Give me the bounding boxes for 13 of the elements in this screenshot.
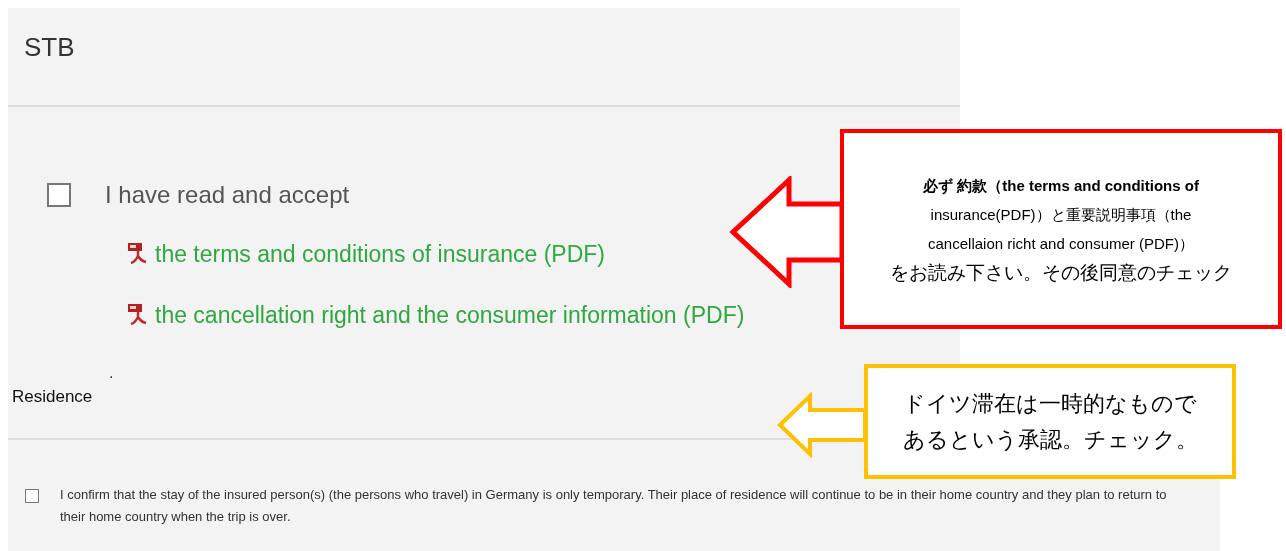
section-title: Residence	[12, 387, 93, 406]
section-title: STB	[24, 32, 75, 62]
consent-label: I have read and accept	[105, 180, 350, 210]
confirm-text: I confirm that the stay of the insured person(s) (the persons who travel) in Germany is only temporary. Their place of residence will continue to be in their home country and they plan to return to their home country when the trip is over.	[60, 486, 1168, 526]
checkbox[interactable]	[25, 489, 39, 503]
callout-text: ドイツ滞在は一時的なもので あるという承認。チェック。	[902, 389, 1198, 454]
checkbox[interactable]	[47, 183, 71, 207]
stray-dot: .	[109, 364, 114, 381]
document-link[interactable]: the terms and conditions of insurance (PDF)	[155, 237, 605, 272]
pdf-icon	[127, 302, 149, 327]
callout-text: 必ず 約款（the terms and conditions of insurance(PDF)）と重要説明事項（the cancellaion richt and consumer (PDF)） をお読み下さい。その後同意のチェック	[890, 176, 1232, 285]
pdf-icon	[127, 242, 149, 267]
document-link[interactable]: the cancellation right and the consumer information (PDF)	[155, 297, 745, 332]
